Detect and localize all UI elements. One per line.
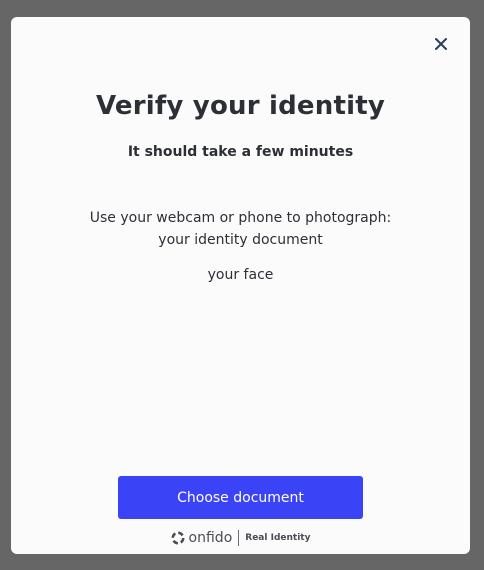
brand-name: onfido (188, 530, 233, 546)
instructions-intro: Use your webcam or phone to photograph: (89, 210, 392, 226)
verify-identity-modal: Verify your identity It should take a fe… (11, 17, 470, 554)
instructions: Use your webcam or phone to photograph: … (11, 207, 470, 286)
close-icon (435, 38, 447, 50)
footer-branding: onfido Real Identity (11, 530, 470, 546)
brand-tagline: Real Identity (245, 533, 311, 543)
list-item-face: your face (207, 267, 274, 283)
footer-divider (238, 530, 240, 546)
page-subtitle: It should take a few minutes (127, 144, 354, 160)
list-item-identity-document: your identity document (158, 232, 323, 248)
page-title: Verify your identity (96, 91, 385, 121)
close-button[interactable] (430, 33, 452, 55)
onfido-logo-icon (171, 531, 185, 545)
choose-document-button[interactable]: Choose document (118, 476, 363, 519)
